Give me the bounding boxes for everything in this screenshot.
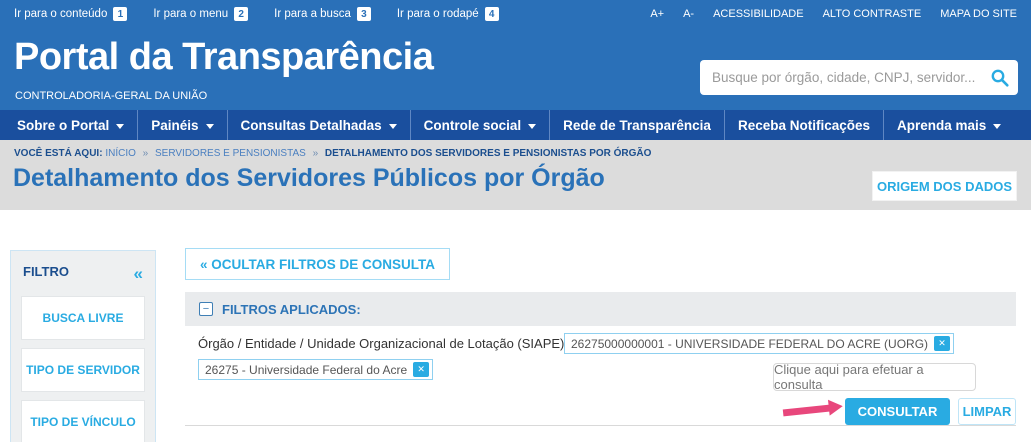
font-decrease-link[interactable]: A- <box>683 8 694 20</box>
chevron-down-icon <box>116 123 125 129</box>
sidebar-item-busca-livre[interactable]: BUSCA LIVRE <box>21 296 145 340</box>
main-nav: Sobre o Portal Painéis Consultas Detalha… <box>0 110 1031 140</box>
site-header: Portal da Transparência CONTROLADORIA-GE… <box>0 28 1031 110</box>
limpar-button[interactable]: LIMPAR <box>958 398 1016 425</box>
nav-item-label: Aprenda mais <box>897 117 987 133</box>
close-icon[interactable]: ✕ <box>413 362 430 377</box>
hide-filters-button[interactable]: « OCULTAR FILTROS DE CONSULTA <box>185 248 450 280</box>
nav-item-sobre-o-portal[interactable]: Sobre o Portal <box>4 110 139 140</box>
filter-tag-orgao: 26275 - Universidade Federal do Acre ✕ <box>198 359 434 380</box>
nav-item-label: Receba Notificações <box>737 117 871 133</box>
sidebar-item-tipo-de-servidor[interactable]: TIPO DE SERVIDOR <box>21 348 145 392</box>
applied-filters-body: Órgão / Entidade / Unidade Organizaciona… <box>185 326 1016 426</box>
search-input[interactable] <box>700 70 982 85</box>
skip-link-key: 2 <box>234 7 249 21</box>
skip-link-key: 3 <box>356 7 371 21</box>
filter-sidebar: FILTRO « BUSCA LIVRE TIPO DE SERVIDOR TI… <box>10 250 156 442</box>
site-search <box>700 60 1018 95</box>
skip-link-key: 4 <box>484 7 499 21</box>
skip-link-label: Ir para o conteúdo <box>14 8 108 20</box>
origem-dos-dados-button[interactable]: ORIGEM DOS DADOS <box>872 171 1017 201</box>
consulta-tooltip: Clique aqui para efetuar a consulta <box>773 362 976 392</box>
chevron-down-icon <box>993 123 1002 129</box>
search-icon[interactable] <box>982 60 1018 95</box>
filter-tag-label: 26275000000001 - UNIVERSIDADE FEDERAL DO… <box>571 336 929 351</box>
sitemap-link[interactable]: MAPA DO SITE <box>940 8 1017 20</box>
nav-item-paineis[interactable]: Painéis <box>138 110 228 140</box>
skip-link-label: Ir para o rodapé <box>396 8 479 20</box>
nav-item-receba-notificacoes[interactable]: Receba Notificações <box>725 110 885 140</box>
applied-filters-panel: − FILTROS APLICADOS: Órgão / Entidade / … <box>185 292 1016 426</box>
nav-item-label: Controle social <box>423 117 522 133</box>
filter-tag-uorg: 26275000000001 - UNIVERSIDADE FEDERAL DO… <box>564 333 955 354</box>
sidebar-item-tipo-de-vinculo[interactable]: TIPO DE VÍNCULO <box>21 400 145 442</box>
skip-link-label: Ir para o menu <box>153 8 229 20</box>
nav-item-consultas-detalhadas[interactable]: Consultas Detalhadas <box>228 110 411 140</box>
orgao-field-label: Órgão / Entidade / Unidade Organizaciona… <box>198 336 568 351</box>
consultar-button[interactable]: CONSULTAR <box>845 398 950 425</box>
applied-filters-header: − FILTROS APLICADOS: <box>185 292 1016 326</box>
skip-link-key: 1 <box>113 7 128 21</box>
page-title: Detalhamento dos Servidores Públicos por… <box>13 164 605 192</box>
chevron-down-icon <box>528 123 537 129</box>
nav-item-label: Consultas Detalhadas <box>240 117 382 133</box>
nav-item-aprenda-mais[interactable]: Aprenda mais <box>884 110 1014 140</box>
nav-item-label: Painéis <box>151 117 199 133</box>
site-title[interactable]: Portal da Transparência <box>14 36 434 79</box>
nav-item-label: Rede de Transparência <box>563 117 711 133</box>
breadcrumb: VOCÊ ESTÁ AQUI: INÍCIO » SERVIDORES E PE… <box>14 148 651 159</box>
breadcrumb-link-inicio[interactable]: INÍCIO <box>105 148 136 159</box>
high-contrast-link[interactable]: ALTO CONTRASTE <box>823 8 922 20</box>
accessibility-topbar: Ir para o conteúdo 1 Ir para o menu 2 Ir… <box>0 0 1031 28</box>
breadcrumb-link-servidores[interactable]: SERVIDORES E PENSIONISTAS <box>155 148 306 159</box>
nav-item-label: Sobre o Portal <box>17 117 110 133</box>
skip-link-label: Ir para a busca <box>274 8 351 20</box>
breadcrumb-current: DETALHAMENTO DOS SERVIDORES E PENSIONIST… <box>324 148 652 159</box>
sidebar-title: FILTRO <box>23 264 69 279</box>
chevron-down-icon <box>205 123 214 129</box>
chevron-down-icon <box>388 123 397 129</box>
site-subtitle: CONTROLADORIA-GERAL DA UNIÃO <box>15 90 208 102</box>
accessibility-link[interactable]: ACESSIBILIDADE <box>713 8 803 20</box>
skip-link-menu[interactable]: Ir para o menu 2 <box>153 7 249 21</box>
page-head-band: VOCÊ ESTÁ AQUI: INÍCIO » SERVIDORES E PE… <box>0 140 1031 210</box>
collapse-panel-icon[interactable]: − <box>199 302 213 316</box>
skip-links: Ir para o conteúdo 1 Ir para o menu 2 Ir… <box>14 7 499 21</box>
skip-link-search[interactable]: Ir para a busca 3 <box>274 7 371 21</box>
collapse-sidebar-icon[interactable]: « <box>134 265 143 282</box>
breadcrumb-prefix: VOCÊ ESTÁ AQUI: <box>14 148 103 159</box>
nav-item-controle-social[interactable]: Controle social <box>411 110 551 140</box>
breadcrumb-separator: » <box>142 148 149 159</box>
filter-tag-label: 26275 - Universidade Federal do Acre <box>205 362 408 377</box>
skip-link-footer[interactable]: Ir para o rodapé 4 <box>397 7 499 21</box>
sidebar-header: FILTRO « <box>11 251 155 288</box>
skip-link-content[interactable]: Ir para o conteúdo 1 <box>14 7 128 21</box>
breadcrumb-separator: » <box>312 148 319 159</box>
topbar-actions: A+ A- ACESSIBILIDADE ALTO CONTRASTE MAPA… <box>650 8 1017 20</box>
font-increase-link[interactable]: A+ <box>650 8 664 20</box>
nav-item-rede-de-transparencia[interactable]: Rede de Transparência <box>550 110 725 140</box>
portal-transparencia-page: Ir para o conteúdo 1 Ir para o menu 2 Ir… <box>0 0 1031 442</box>
applied-filters-title: FILTROS APLICADOS: <box>222 301 361 317</box>
close-icon[interactable]: ✕ <box>934 336 951 351</box>
